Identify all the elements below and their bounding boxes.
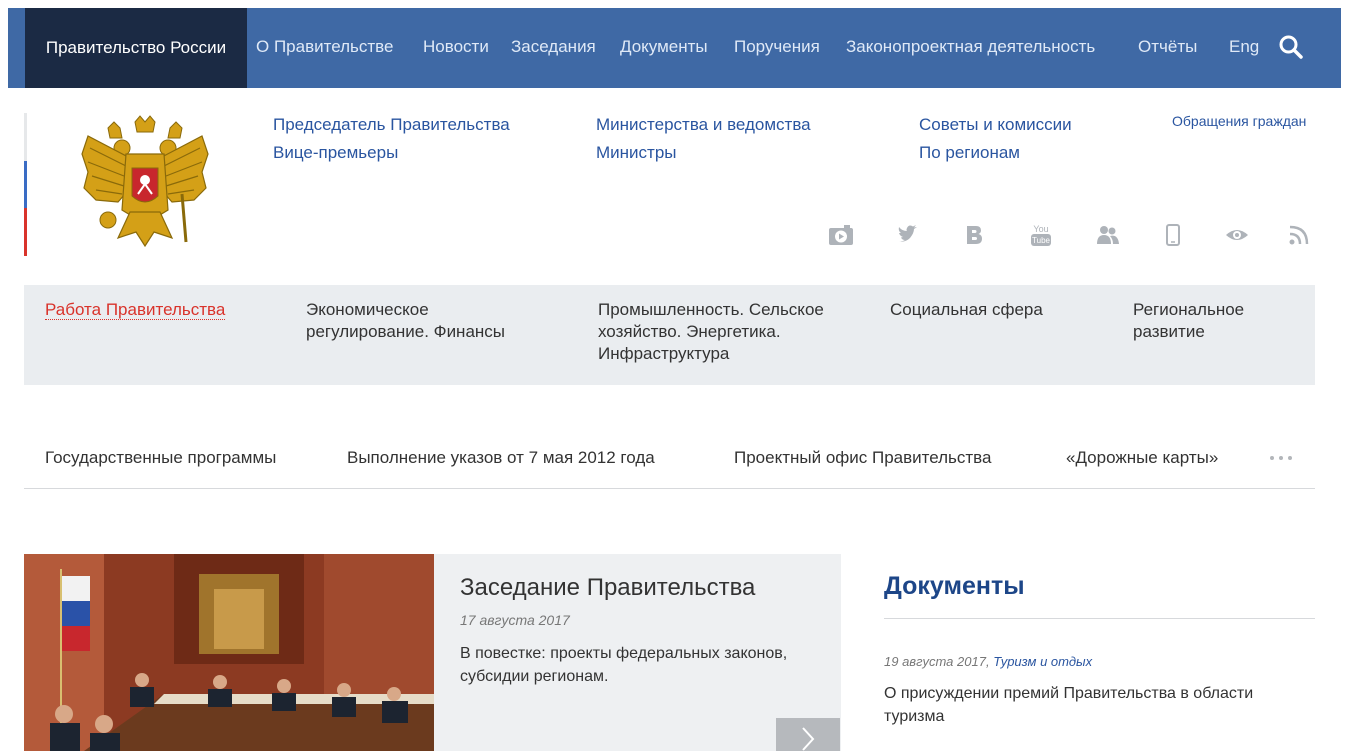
category-industry-energy[interactable]: Промышленность. Сельское хозяйство. Энер… [598,299,868,365]
meeting-photo[interactable] [24,554,434,751]
nav-item-reports[interactable]: Отчёты [1138,8,1197,88]
search-icon[interactable] [1278,34,1304,60]
documents-heading[interactable]: Документы [884,572,1025,601]
header-link-regions[interactable]: По регионам [919,143,1020,163]
document-tag[interactable]: Туризм и отдых [993,654,1092,669]
chevron-right-icon [776,718,840,751]
more-dots-icon[interactable] [1268,450,1298,460]
header-link-chairman[interactable]: Председатель Правительства [273,115,510,135]
subnav-decrees[interactable]: Выполнение указов от 7 мая 2012 года [347,448,655,468]
header-link-councils[interactable]: Советы и комиссии [919,115,1072,135]
citizen-appeals-link[interactable]: Обращения граждан [1172,113,1306,129]
next-slide-button[interactable] [776,718,840,751]
document-title[interactable]: О присуждении премий Правительства в обл… [884,682,1314,728]
document-date: 19 августа 2017, [884,654,990,669]
svg-text:Tube: Tube [1032,236,1050,245]
nav-item-about[interactable]: О Правительстве [256,8,393,88]
category-bar: Работа Правительства Экономическое регул… [24,285,1315,385]
nav-item-news[interactable]: Новости [423,8,489,88]
meeting-description: В повестке: проекты федеральных законов,… [460,642,800,688]
meeting-date: 17 августа 2017 [460,612,570,628]
subnav-state-programs[interactable]: Государственные программы [45,448,276,468]
top-navigation: Правительство России О Правительстве Нов… [8,8,1341,88]
tricolor-stripe [24,113,27,256]
documents-divider [884,618,1315,619]
youtube-icon[interactable]: You Tube [1028,222,1054,248]
svg-text:You: You [1033,224,1048,234]
category-regional-development[interactable]: Региональное развитие [1133,299,1293,343]
header-link-ministers[interactable]: Министры [596,143,677,163]
nav-item-legislation[interactable]: Законопроектная деятельность [846,8,1095,88]
nav-item-documents[interactable]: Документы [620,8,708,88]
rss-icon[interactable] [1286,222,1312,248]
nav-item-meetings[interactable]: Заседания [511,8,596,88]
eye-icon[interactable] [1224,222,1250,248]
document-meta: 19 августа 2017, Туризм и отдых [884,654,1092,669]
mobile-icon[interactable] [1160,222,1186,248]
community-icon[interactable] [1095,222,1121,248]
header-link-deputy-pms[interactable]: Вице-премьеры [273,143,398,163]
subnav-project-office[interactable]: Проектный офис Правительства [734,448,991,468]
twitter-icon[interactable] [895,222,921,248]
category-economy-finance[interactable]: Экономическое регулирование. Финансы [306,299,546,343]
photo-video-icon[interactable] [828,222,854,248]
category-social[interactable]: Социальная сфера [890,299,1110,321]
nav-item-english[interactable]: Eng [1229,8,1259,88]
meeting-card[interactable]: Заседание Правительства 17 августа 2017 … [434,554,841,751]
nav-item-instructions[interactable]: Поручения [734,8,820,88]
subnav-roadmaps[interactable]: «Дорожные карты» [1066,448,1218,468]
meeting-title[interactable]: Заседание Правительства [460,574,755,602]
coat-of-arms-logo[interactable] [78,114,212,254]
vk-icon[interactable] [962,222,988,248]
nav-home-link[interactable]: Правительство России [25,8,247,88]
category-government-work[interactable]: Работа Правительства [45,299,265,321]
subnav-divider [24,488,1315,489]
header-link-ministries[interactable]: Министерства и ведомства [596,115,811,135]
